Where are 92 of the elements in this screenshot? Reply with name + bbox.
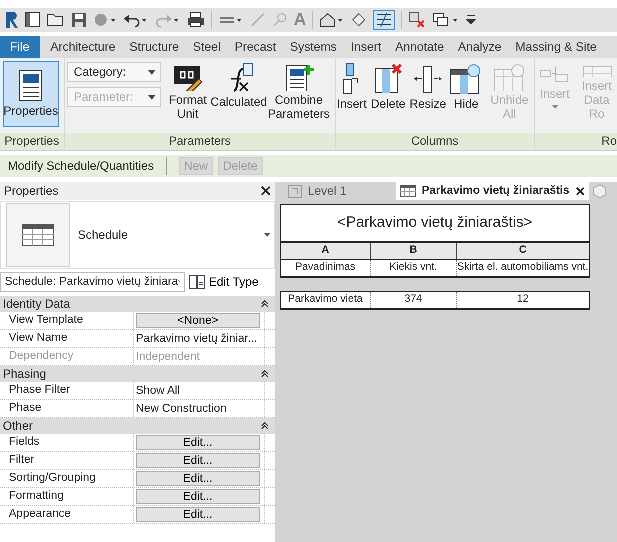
type-name[interactable]: Schedule — [78, 228, 264, 242]
collapse-icon — [261, 422, 269, 430]
ribbon-tab[interactable]: Systems — [283, 36, 344, 58]
view-tab[interactable]: Parkavimo vietų žiniaraštis — [396, 182, 589, 200]
ribbon-tab[interactable]: Architecture — [44, 36, 123, 58]
caret-icon — [148, 94, 156, 100]
group-header[interactable]: Phasing — [0, 366, 275, 382]
hide-column-button[interactable]: Hide — [449, 61, 484, 123]
edit-button[interactable]: Edit... — [136, 453, 260, 468]
property-name: Phase Filter — [0, 382, 134, 399]
save-icon[interactable] — [71, 12, 87, 28]
schedule-icon — [400, 185, 416, 197]
insert-column-button[interactable]: Insert — [336, 61, 368, 123]
print-icon[interactable] — [187, 12, 205, 28]
ribbon-tab[interactable]: Precast — [228, 36, 284, 58]
combine-parameters-icon — [284, 63, 314, 91]
format-unit-icon — [173, 63, 203, 91]
property-name: View Template — [0, 312, 134, 329]
ribbon-tab[interactable]: Analyze — [451, 36, 509, 58]
open-folder-icon[interactable] — [47, 12, 65, 28]
collapse-icon — [261, 370, 269, 378]
edit-button[interactable]: <None> — [136, 313, 260, 328]
column-letter[interactable]: A — [281, 243, 371, 259]
diamond-icon[interactable] — [351, 12, 368, 28]
property-value[interactable]: Show All — [136, 384, 180, 396]
switch-windows-icon[interactable] — [432, 11, 460, 29]
property-name: Sorting/Grouping — [0, 470, 134, 487]
edit-button[interactable]: Edit... — [136, 471, 260, 486]
unhide-columns-icon — [494, 63, 526, 91]
panel-label: Parameters — [65, 133, 335, 150]
house-icon[interactable] — [319, 12, 346, 28]
schedule-title: <Parkavimo vietų žiniaraštis> — [280, 204, 590, 243]
close-windows-icon[interactable] — [408, 11, 426, 29]
property-name: Phase — [0, 400, 134, 417]
floor-plan-icon — [288, 184, 302, 198]
undo-icon[interactable] — [123, 12, 149, 28]
edit-button[interactable]: Edit... — [136, 507, 260, 522]
table-cell-text: 12 — [516, 292, 530, 307]
caret-icon[interactable] — [264, 233, 271, 237]
property-value[interactable]: New Construction — [136, 402, 227, 414]
context-title: Modify Schedule/Quantities — [8, 159, 154, 173]
column-header: Kiekis vnt. — [371, 260, 457, 276]
property-name: Appearance — [0, 506, 134, 523]
group-header[interactable]: Identity Data — [0, 296, 275, 312]
resize-column-button[interactable]: Resize — [408, 61, 448, 123]
property-name: Filter — [0, 452, 134, 469]
panel-label: Columns — [336, 133, 534, 150]
view-tab[interactable]: Level 1 — [282, 182, 382, 200]
properties-button[interactable]: Properties — [3, 61, 59, 127]
schedule-icon — [22, 224, 54, 246]
panel-title: Properties — [4, 184, 59, 198]
column-letter[interactable]: C — [457, 243, 589, 259]
ribbon-tab[interactable]: Steel — [186, 36, 228, 58]
edit-button[interactable]: Edit... — [136, 489, 260, 504]
combine-parameters-button[interactable]: Combine Parameters — [268, 61, 330, 123]
property-name: Dependency — [0, 348, 134, 365]
instance-selector[interactable]: Schedule: Parkavimo vietų žiniara — [0, 272, 185, 292]
ribbon-tab[interactable]: Insert — [344, 36, 388, 58]
dropdown[interactable]: Category: — [67, 62, 161, 82]
property-name: Fields — [0, 434, 134, 451]
panel-label: Properties — [0, 133, 64, 150]
group-header[interactable]: Other — [0, 418, 275, 434]
caret-icon — [148, 70, 156, 74]
calculated-button[interactable]: Calculated — [212, 61, 266, 123]
app-logo-icon[interactable] — [5, 11, 19, 29]
delete-column-button[interactable]: Delete — [370, 61, 407, 123]
properties-icon — [18, 70, 44, 102]
column-letter[interactable]: B — [371, 243, 457, 259]
property-name: View Name — [0, 330, 134, 347]
table-cell: Parkavimo vieta — [281, 292, 371, 308]
column-header: Pavadinimas — [281, 260, 371, 276]
ribbon-tab[interactable]: Structure — [122, 36, 186, 58]
format-unit-button[interactable]: Format Unit — [166, 61, 210, 123]
panel-label: Ro — [535, 133, 617, 150]
delete-column-icon — [373, 63, 404, 95]
edit-button[interactable]: Edit... — [136, 435, 260, 450]
property-value[interactable]: Parkavimo vietų žiniar... — [136, 332, 258, 344]
close-icon[interactable] — [261, 186, 271, 196]
property-name: Formatting — [0, 488, 134, 505]
table-cell: 374 — [371, 292, 457, 308]
ribbon-tab[interactable]: Annotate — [388, 36, 452, 58]
edit-type-icon — [189, 275, 205, 289]
ribbon-tab[interactable]: Massing & Site — [508, 36, 604, 58]
edit-type-button[interactable]: Edit Type — [189, 275, 259, 289]
column-header: Skirta el. automobiliams vnt. — [457, 260, 589, 275]
thin-lines-icon[interactable] — [373, 10, 396, 30]
collapse-icon — [261, 300, 269, 308]
close-icon[interactable] — [576, 186, 585, 196]
ribbon-tab[interactable]: File — [0, 36, 40, 58]
caret-icon — [552, 105, 558, 109]
customize-menu-icon[interactable] — [466, 14, 476, 26]
hide-column-icon — [450, 63, 482, 95]
